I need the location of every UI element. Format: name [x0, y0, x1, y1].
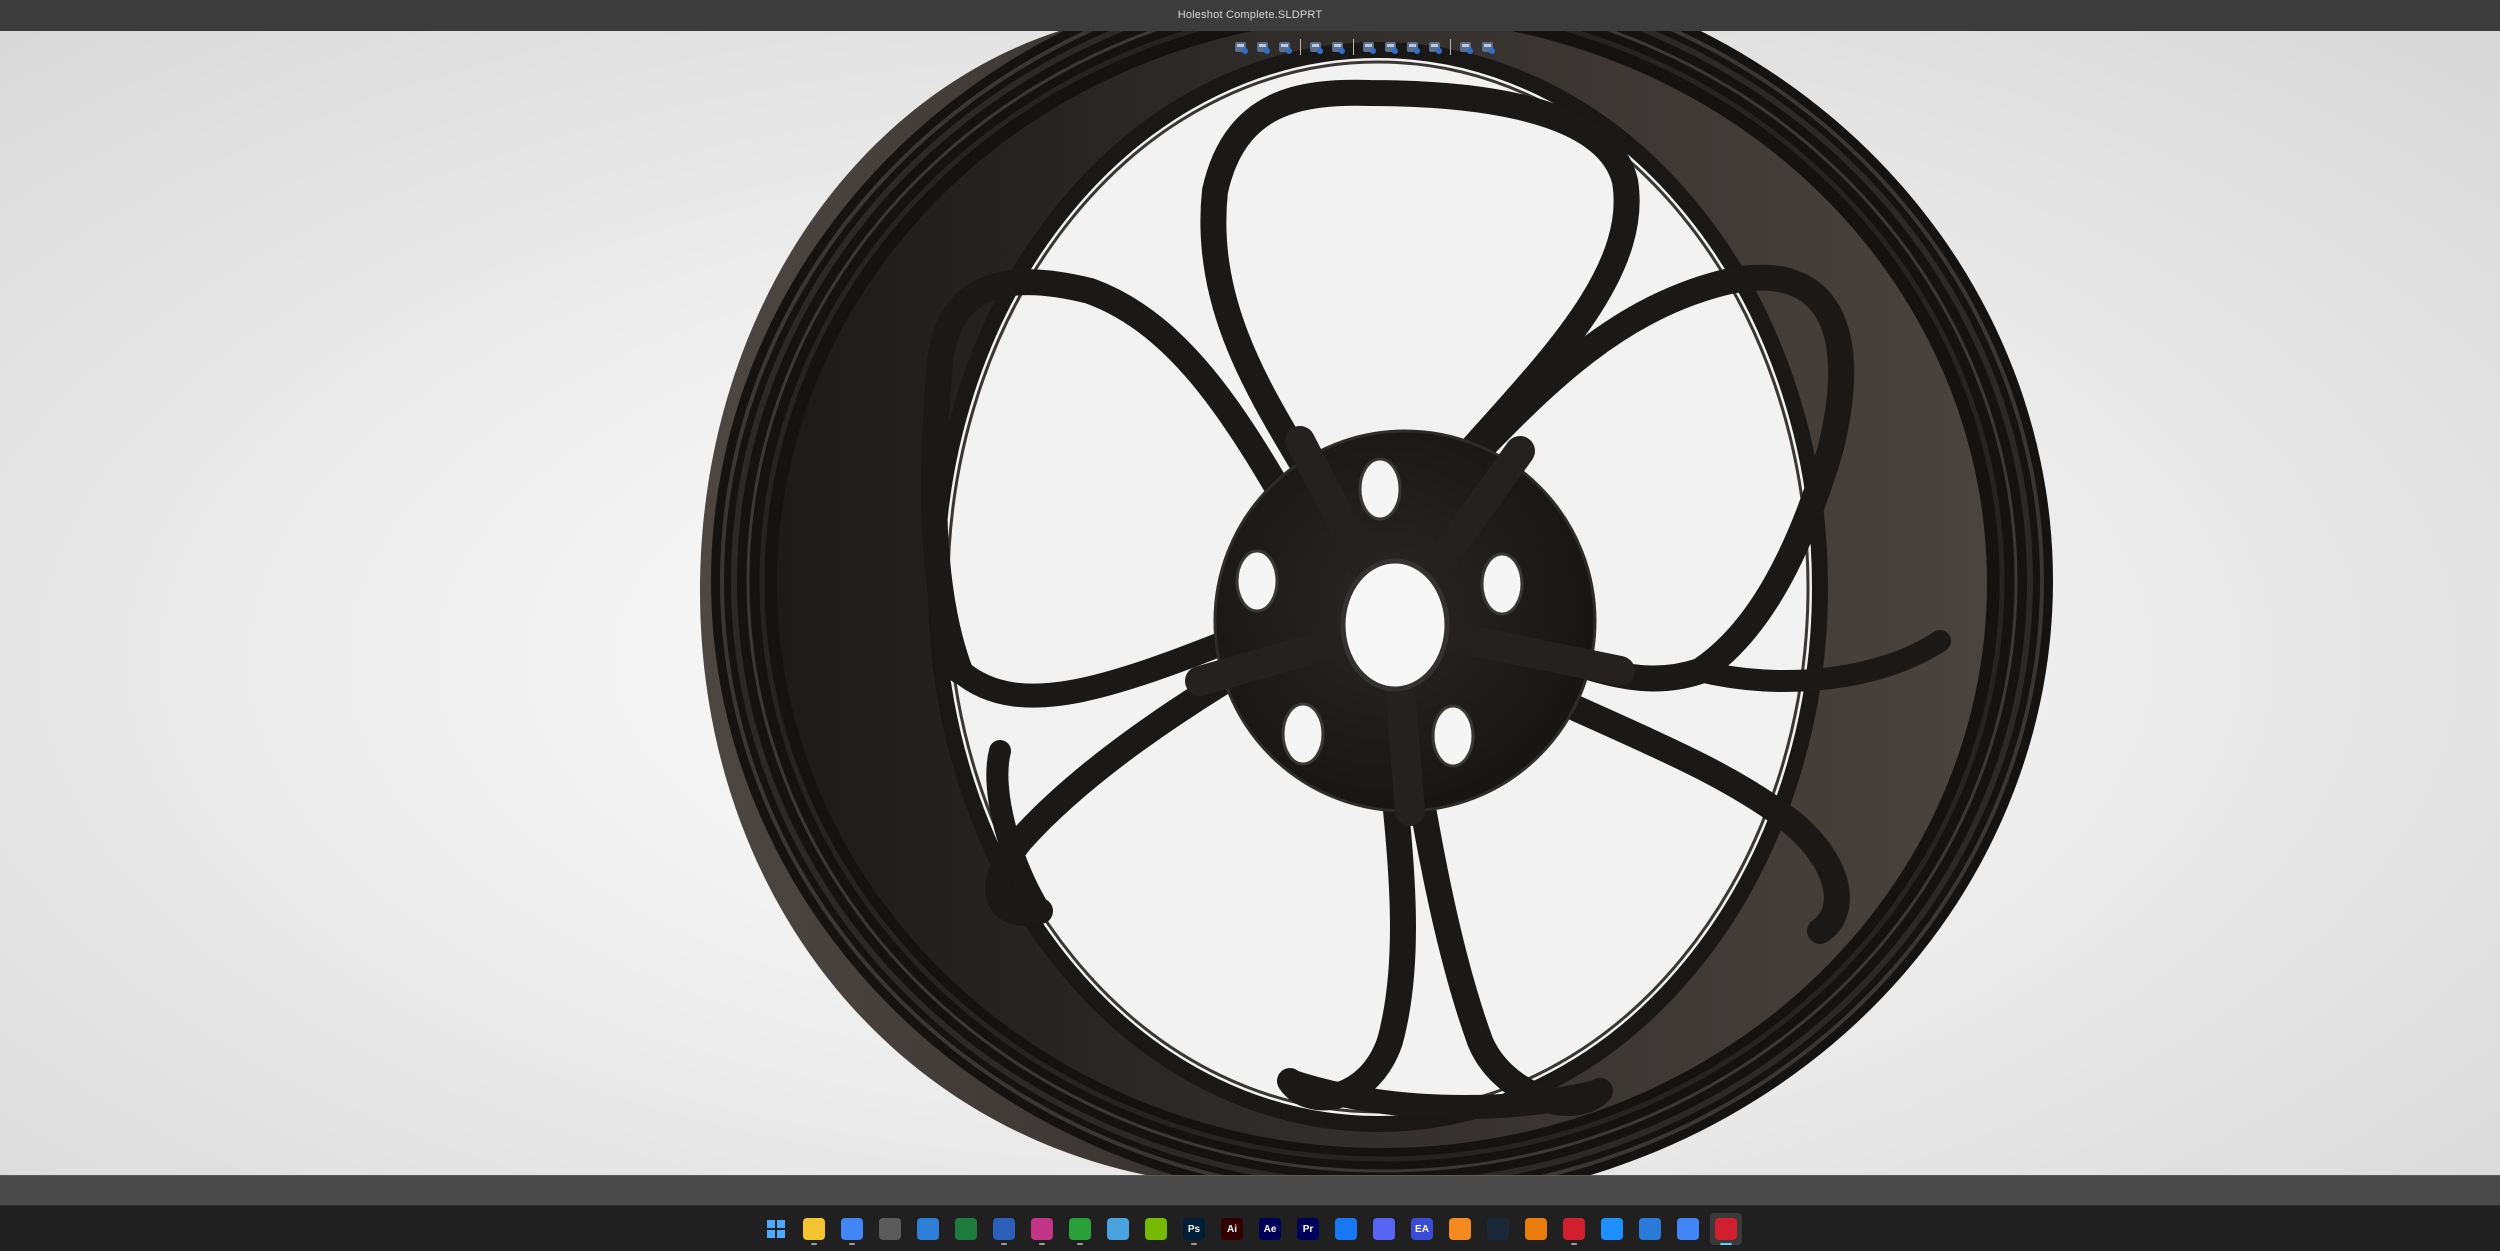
taskbar-premiere[interactable]: Pr	[1292, 1213, 1324, 1245]
solidworks-icon	[1563, 1218, 1585, 1240]
taskbar-fusion[interactable]	[1444, 1213, 1476, 1245]
taskbar-steam[interactable]	[1482, 1213, 1514, 1245]
windows-taskbar: Ps Ai Ae Pr EA	[0, 1205, 2500, 1251]
ea-app-icon: EA	[1411, 1218, 1433, 1240]
toolbar-separator	[1450, 39, 1451, 55]
lug-hole	[1480, 552, 1524, 616]
lug-hole	[1281, 702, 1325, 766]
zoom-to-fit-icon[interactable]	[1232, 38, 1250, 56]
heads-up-view-toolbar	[1232, 34, 1497, 60]
running-indicator	[1720, 1243, 1732, 1245]
taskbar-blender[interactable]	[1520, 1213, 1552, 1245]
status-bar	[0, 1175, 2500, 1206]
running-indicator	[1571, 1243, 1577, 1245]
blender-icon	[1525, 1218, 1547, 1240]
taskbar-calculator[interactable]	[874, 1213, 906, 1245]
after-effects-icon: Ae	[1259, 1218, 1281, 1240]
toolbar-separator	[1353, 39, 1354, 55]
taskbar-chrome-2[interactable]	[1672, 1213, 1704, 1245]
taskbar-photoshop[interactable]: Ps	[1178, 1213, 1210, 1245]
taskbar-discord[interactable]	[1368, 1213, 1400, 1245]
center-bore-front	[1340, 558, 1450, 692]
running-indicator	[849, 1243, 855, 1245]
pen-app-icon	[1639, 1218, 1661, 1240]
excel-icon	[955, 1218, 977, 1240]
steam-icon	[1487, 1218, 1509, 1240]
display-style-icon[interactable]	[1382, 38, 1400, 56]
hide-show-items-icon[interactable]	[1404, 38, 1422, 56]
section-view-icon[interactable]	[1307, 38, 1325, 56]
folder-icon	[803, 1218, 825, 1240]
taskbar-chrome-1[interactable]	[836, 1213, 868, 1245]
running-indicator	[1001, 1243, 1007, 1245]
lug-hole	[1431, 704, 1475, 768]
wheel-model[interactable]	[0, 31, 2500, 1175]
taskbar-illustrator[interactable]: Ai	[1216, 1213, 1248, 1245]
word-icon	[993, 1218, 1015, 1240]
discord-icon	[1373, 1218, 1395, 1240]
toolbar-separator	[1300, 39, 1301, 55]
taskbar-excel[interactable]	[950, 1213, 982, 1245]
graphics-area[interactable]	[0, 31, 2500, 1175]
running-indicator	[1191, 1243, 1197, 1245]
taskbar-3d-viewer[interactable]	[1596, 1213, 1628, 1245]
xbox-icon	[1069, 1218, 1091, 1240]
nvidia-icon	[1145, 1218, 1167, 1240]
running-indicator	[1039, 1243, 1045, 1245]
fusion-icon	[1449, 1218, 1471, 1240]
notes-icon	[1107, 1218, 1129, 1240]
premiere-icon: Pr	[1297, 1218, 1319, 1240]
taskbar-solidworks-2[interactable]	[1710, 1213, 1742, 1245]
photoshop-icon: Ps	[1183, 1218, 1205, 1240]
windows-start-icon	[765, 1218, 787, 1240]
lug-hole	[1235, 549, 1279, 613]
taskbar-icons: Ps Ai Ae Pr EA	[760, 1213, 1742, 1245]
taskbar-ea[interactable]: EA	[1406, 1213, 1438, 1245]
calculator-icon	[879, 1218, 901, 1240]
taskbar-file-explorer[interactable]	[798, 1213, 830, 1245]
store-icon	[917, 1218, 939, 1240]
view-orientation-icon[interactable]	[1360, 38, 1378, 56]
running-indicator	[1077, 1243, 1083, 1245]
taskbar-pen-app[interactable]	[1634, 1213, 1666, 1245]
taskbar-xbox[interactable]	[1064, 1213, 1096, 1245]
apply-scene-icon[interactable]	[1457, 38, 1475, 56]
taskbar-notes[interactable]	[1102, 1213, 1134, 1245]
3d-box-icon	[1601, 1218, 1623, 1240]
illustrator-icon: Ai	[1221, 1218, 1243, 1240]
lug-hole	[1358, 457, 1402, 521]
messenger-icon	[1335, 1218, 1357, 1240]
title-bar: Holeshot Complete.SLDPRT	[0, 0, 2500, 32]
view-settings-icon[interactable]	[1479, 38, 1497, 56]
taskbar-solidworks-1[interactable]	[1558, 1213, 1590, 1245]
chrome-icon	[1677, 1218, 1699, 1240]
chrome-icon	[841, 1218, 863, 1240]
taskbar-after-effects[interactable]: Ae	[1254, 1213, 1286, 1245]
camera-app-icon	[1031, 1218, 1053, 1240]
running-indicator	[811, 1243, 817, 1245]
zoom-to-area-icon[interactable]	[1254, 38, 1272, 56]
taskbar-store[interactable]	[912, 1213, 944, 1245]
taskbar-nvidia[interactable]	[1140, 1213, 1172, 1245]
edit-appearance-icon[interactable]	[1426, 38, 1444, 56]
dynamic-annotation-icon[interactable]	[1329, 38, 1347, 56]
taskbar-word[interactable]	[988, 1213, 1020, 1245]
window-title: Holeshot Complete.SLDPRT	[1177, 9, 1323, 21]
taskbar-messenger[interactable]	[1330, 1213, 1362, 1245]
taskbar-start[interactable]	[760, 1213, 792, 1245]
solidworks-icon	[1715, 1218, 1737, 1240]
previous-view-icon[interactable]	[1276, 38, 1294, 56]
taskbar-instagram[interactable]	[1026, 1213, 1058, 1245]
